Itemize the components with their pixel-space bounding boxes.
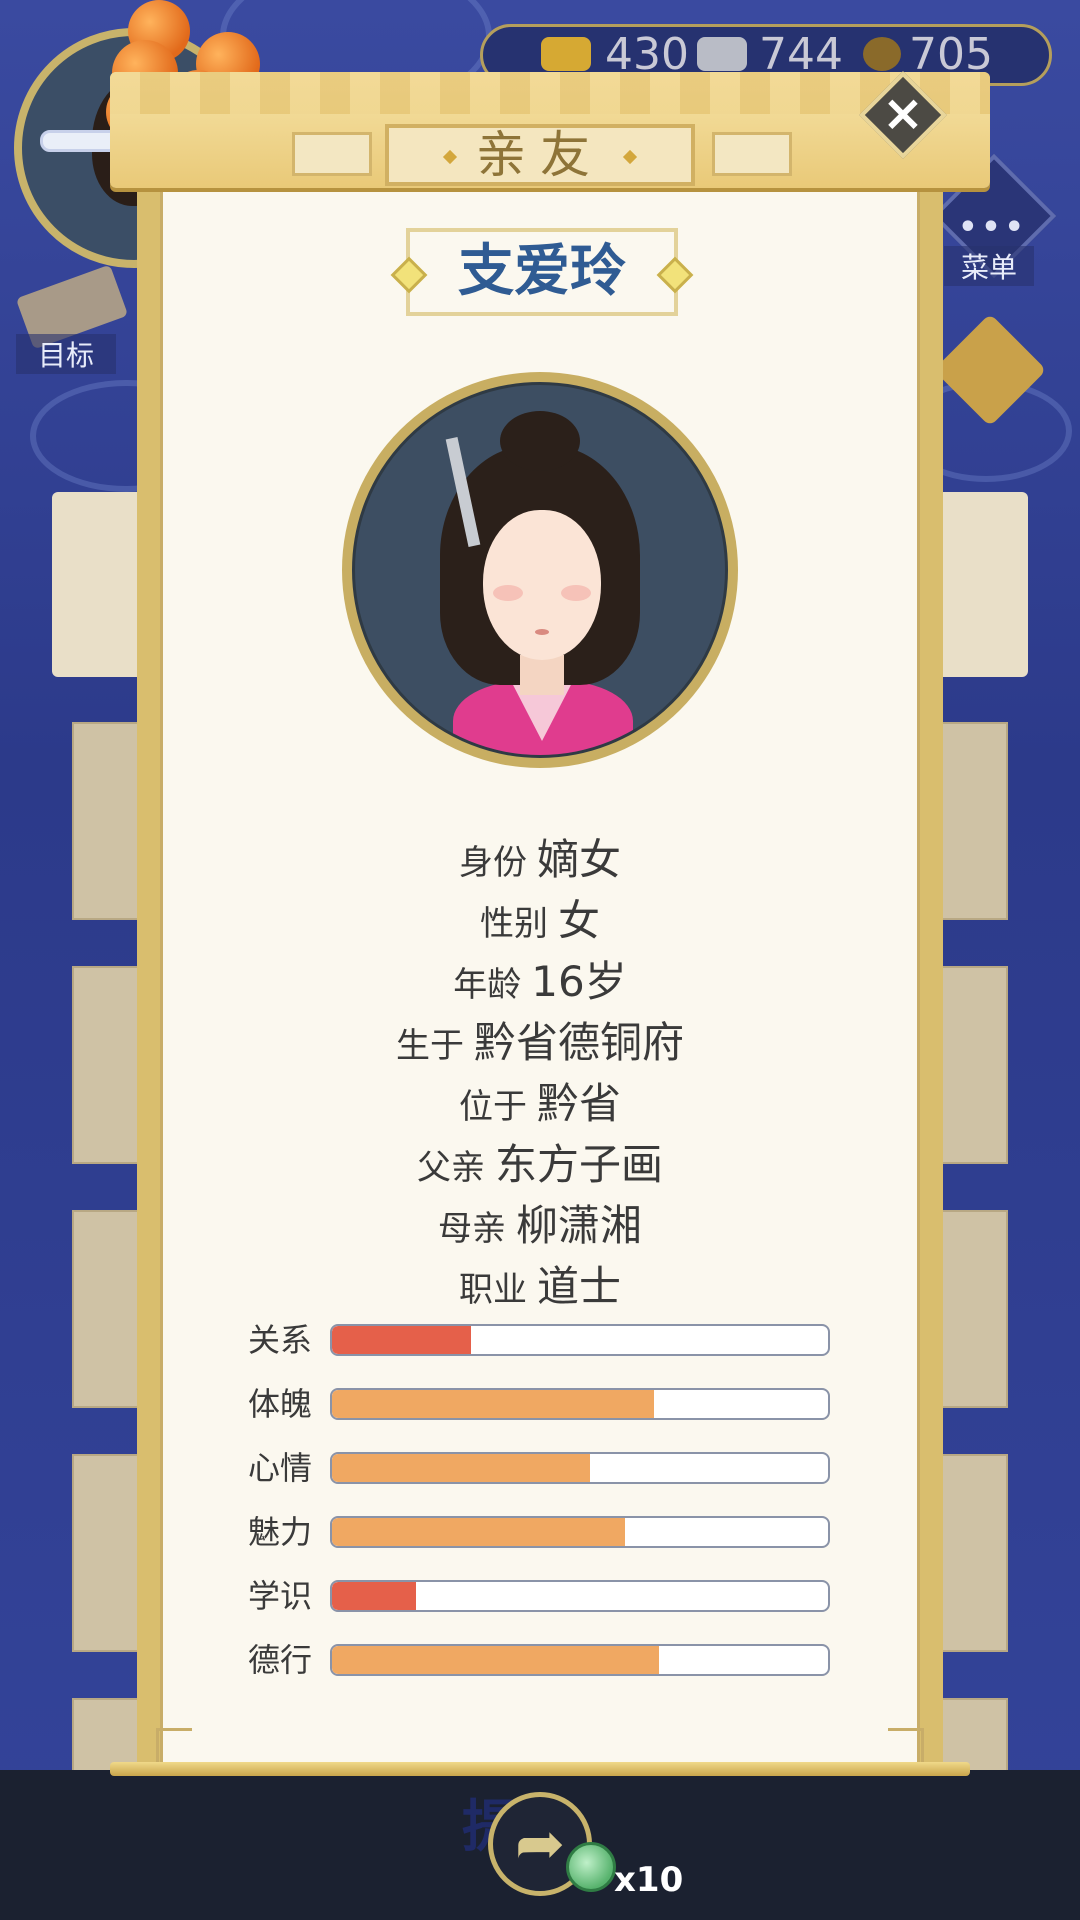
menu-dots-icon: •••: [958, 210, 1028, 245]
copper-coin-icon: [863, 37, 901, 71]
dialog-title-text: 亲友: [476, 126, 604, 184]
info-value: 东方子画: [494, 1140, 663, 1189]
jade-count: x10: [614, 1860, 684, 1900]
corner-ornament: [156, 1728, 192, 1764]
stat-bar-fill: [332, 1454, 590, 1482]
stat-label: 德行: [248, 1641, 313, 1679]
stat-label: 关系: [248, 1321, 313, 1359]
info-row-identity: 身份 嫡女: [160, 826, 920, 887]
stat-bar-track: [330, 1452, 830, 1484]
info-label: 位于: [458, 1087, 527, 1127]
person-name-plate: 支爱玲: [390, 228, 694, 316]
stat-bar-fill: [332, 1326, 471, 1354]
portrait-blush: [493, 585, 523, 601]
stat-bar-track: [330, 1644, 830, 1676]
info-row-mother: 母亲 柳潇湘: [160, 1192, 920, 1253]
share-icon: ➦: [514, 1809, 566, 1879]
info-value: 黔省: [536, 1079, 621, 1128]
stat-bar-fill: [332, 1582, 417, 1610]
stat-label: 心情: [248, 1449, 313, 1487]
close-icon[interactable]: ×: [872, 82, 934, 144]
info-row-birthplace: 生于 黔省德铜府: [160, 1009, 920, 1070]
stat-charm: 魅力: [248, 1512, 830, 1552]
person-name: 支爱玲: [458, 239, 626, 304]
stat-label: 体魄: [248, 1385, 313, 1423]
stat-bar-track: [330, 1324, 830, 1356]
stat-bar-fill: [332, 1518, 625, 1546]
portrait-image: [352, 382, 728, 758]
diamond-ornament: [442, 149, 458, 165]
info-row-age: 年龄 16岁: [160, 948, 920, 1009]
stat-relationship: 关系: [248, 1320, 830, 1360]
info-value: 黔省德铜府: [473, 1018, 684, 1067]
info-value: 柳潇湘: [515, 1201, 642, 1250]
info-label: 父亲: [416, 1148, 485, 1188]
info-label: 职业: [458, 1270, 527, 1310]
info-label: 生于: [395, 1026, 464, 1066]
info-label: 母亲: [437, 1209, 506, 1249]
info-value: 女: [557, 896, 600, 945]
stat-virtue: 德行: [248, 1640, 830, 1680]
stat-bar-fill: [332, 1646, 660, 1674]
stat-label: 学识: [248, 1577, 313, 1615]
info-value: 道士: [536, 1262, 621, 1311]
info-label: 年龄: [453, 965, 522, 1005]
info-row-gender: 性别女: [160, 887, 920, 948]
stat-mood: 心情: [248, 1448, 830, 1488]
title-side-ornament: [292, 132, 372, 176]
person-portrait: [342, 372, 738, 768]
info-row-occupation: 职业 道士: [160, 1253, 920, 1314]
gold-ingot-icon: [541, 37, 591, 71]
corner-ornament: [888, 1728, 924, 1764]
stat-bar-fill: [332, 1390, 655, 1418]
stat-knowledge: 学识: [248, 1576, 830, 1616]
jade-token-icon: [566, 1842, 616, 1892]
portrait-blush: [561, 585, 591, 601]
info-value: 16岁: [531, 957, 627, 1006]
info-label: 性别: [479, 904, 548, 944]
target-label: 目标: [16, 334, 116, 374]
info-row-location: 位于 黔省: [160, 1070, 920, 1131]
scroll-bottom-rod: [110, 1762, 970, 1776]
portrait-mouth: [535, 629, 549, 635]
stat-physique: 体魄: [248, 1384, 830, 1424]
stat-label: 魅力: [248, 1513, 313, 1551]
portrait-hair-bun: [500, 411, 580, 471]
dialog-title: 亲友: [385, 124, 695, 186]
stat-bar-track: [330, 1580, 830, 1612]
header-pattern: [110, 72, 990, 114]
stat-bar-track: [330, 1516, 830, 1548]
stat-bar-track: [330, 1388, 830, 1420]
portrait-neck: [520, 655, 564, 695]
info-value: 嫡女: [536, 835, 621, 884]
diamond-ornament: [622, 149, 638, 165]
title-side-ornament: [712, 132, 792, 176]
info-label: 身份: [458, 843, 527, 883]
silver-ingot-icon: [697, 37, 747, 71]
info-row-father: 父亲 东方子画: [160, 1131, 920, 1192]
menu-label: 菜单: [944, 246, 1034, 286]
